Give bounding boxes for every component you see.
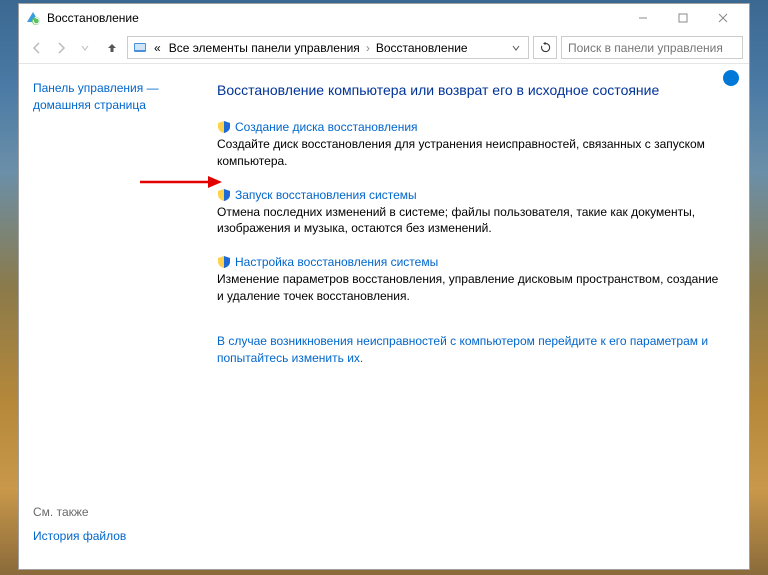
up-button[interactable] xyxy=(101,37,123,59)
file-history-link[interactable]: История файлов xyxy=(33,529,126,543)
create-recovery-drive-link[interactable]: Создание диска восстановления xyxy=(235,120,418,134)
content-area: Панель управления — домашняя страница См… xyxy=(19,64,749,569)
section-create-recovery-drive: Создание диска восстановления Создайте д… xyxy=(217,120,727,170)
breadcrumb-item-recovery[interactable]: Восстановление xyxy=(372,41,472,55)
control-panel-icon xyxy=(132,40,148,56)
see-also-label: См. также xyxy=(33,505,203,519)
configure-system-restore-link[interactable]: Настройка восстановления системы xyxy=(235,255,438,269)
search-input[interactable] xyxy=(561,36,743,59)
window-title: Восстановление xyxy=(47,11,623,25)
breadcrumb[interactable]: « Все элементы панели управления › Восст… xyxy=(127,36,529,59)
breadcrumb-item-all[interactable]: Все элементы панели управления xyxy=(165,41,364,55)
open-system-restore-desc: Отмена последних изменений в системе; фа… xyxy=(217,204,727,238)
shield-icon xyxy=(217,120,231,134)
address-bar: « Все элементы панели управления › Восст… xyxy=(19,32,749,64)
troubleshoot-link[interactable]: В случае возникновения неисправностей с … xyxy=(217,333,727,367)
chevron-right-icon: › xyxy=(364,41,372,55)
sidebar: Панель управления — домашняя страница См… xyxy=(19,64,217,569)
main-panel: Восстановление компьютера или возврат ег… xyxy=(217,64,749,569)
create-recovery-drive-desc: Создайте диск восстановления для устране… xyxy=(217,136,727,170)
open-system-restore-link[interactable]: Запуск восстановления системы xyxy=(235,188,417,202)
minimize-button[interactable] xyxy=(623,5,663,31)
maximize-button[interactable] xyxy=(663,5,703,31)
back-button[interactable] xyxy=(25,36,49,60)
shield-icon xyxy=(217,188,231,202)
recent-dropdown[interactable] xyxy=(73,36,97,60)
window-controls xyxy=(623,5,743,31)
close-button[interactable] xyxy=(703,5,743,31)
breadcrumb-prefix[interactable]: « xyxy=(150,41,165,55)
forward-button[interactable] xyxy=(49,36,73,60)
page-title: Восстановление компьютера или возврат ег… xyxy=(217,82,727,98)
section-system-restore: Запуск восстановления системы Отмена пос… xyxy=(217,188,727,238)
help-button[interactable] xyxy=(723,70,739,86)
shield-icon xyxy=(217,255,231,269)
refresh-button[interactable] xyxy=(533,36,557,59)
configure-system-restore-desc: Изменение параметров восстановления, упр… xyxy=(217,271,727,305)
control-panel-window: Восстановление « Все элементы панели упр… xyxy=(18,3,750,570)
chevron-down-icon[interactable] xyxy=(508,43,524,53)
titlebar: Восстановление xyxy=(19,4,749,32)
control-panel-home-link[interactable]: Панель управления — домашняя страница xyxy=(33,81,159,112)
recovery-icon xyxy=(25,10,41,26)
section-configure-restore: Настройка восстановления системы Изменен… xyxy=(217,255,727,305)
